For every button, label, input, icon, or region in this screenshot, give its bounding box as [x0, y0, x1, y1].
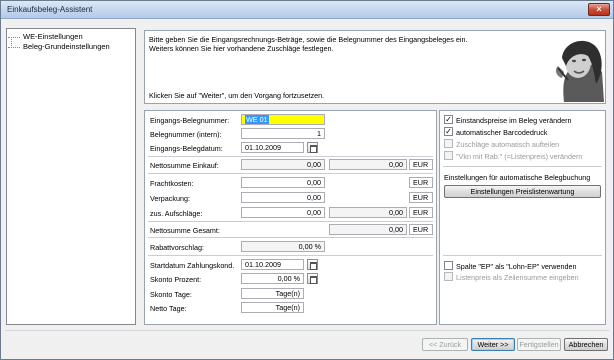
preislistenwartung-button[interactable]: Einstellungen Preislistenwartung — [444, 185, 601, 198]
divider — [443, 166, 602, 167]
title-bar: Einkaufsbeleg-Assistent × — [1, 1, 613, 19]
finish-button[interactable]: Fertigstellen — [517, 338, 561, 351]
currency-unit: EUR — [409, 159, 433, 170]
rabattvorschlag-label: Rabattvorschlag: — [150, 243, 204, 252]
info-text-line: Weiters können Sie hier vorhandene Zusch… — [149, 44, 334, 53]
verpackung-label: Verpackung: — [150, 194, 190, 203]
info-panel: Bitte geben Sie die Eingangsrechnungs-Be… — [144, 30, 606, 104]
startdatum-zahlungskond-input[interactable]: 01.10.2009 — [241, 259, 304, 270]
nettosumme-gesamt-value: 0,00 — [329, 224, 407, 235]
skonto-prozent-label: Skonto Prozent: — [150, 275, 202, 284]
zuschlaege-checkbox[interactable] — [444, 139, 453, 148]
currency-unit: EUR — [409, 177, 433, 188]
close-button[interactable]: × — [588, 3, 610, 16]
nettosumme-einkauf-value-2: 0,00 — [329, 159, 407, 170]
divider — [148, 156, 433, 157]
window-title: Einkaufsbeleg-Assistent — [7, 5, 93, 14]
divider — [148, 237, 433, 238]
skonto-tage-input[interactable]: Tage(n) — [241, 288, 304, 299]
einstandspreise-checkbox[interactable]: ✓ — [444, 115, 453, 124]
zuschlaege-label: Zuschläge automatisch aufteilen — [456, 140, 560, 149]
barcodedruck-checkbox[interactable]: ✓ — [444, 127, 453, 136]
belegnummer-intern-input[interactable]: 1 — [241, 128, 325, 139]
divider — [148, 255, 433, 256]
vkn-rab-checkbox[interactable] — [444, 151, 453, 160]
verpackung-input[interactable]: 0,00 — [241, 192, 325, 203]
assistant-photo — [534, 32, 604, 102]
zus-aufschlaege-value-2: 0,00 — [329, 207, 407, 218]
belegnummer-intern-label: Belegnummer (intern): — [150, 130, 222, 139]
next-button[interactable]: Weiter >> — [471, 338, 515, 351]
wizard-window: Einkaufsbeleg-Assistent × WE-Einstellung… — [0, 0, 614, 360]
belegbuchung-heading: Einstellungen für automatische Belegbuch… — [444, 173, 591, 182]
eingangs-belegnummer-value: WE 01 — [245, 115, 269, 124]
back-button[interactable]: << Zurück — [422, 338, 468, 351]
belegdaten-form: Eingangs-Belegnummer: WE 01 Belegnummer … — [144, 110, 437, 325]
tree-connector — [8, 37, 20, 38]
calendar-icon[interactable] — [307, 142, 318, 153]
navigation-tree: WE-Einstellungen Beleg-Grundeinstellunge… — [6, 28, 136, 325]
info-text-line: Klicken Sie auf "Weiter", um den Vorgang… — [149, 91, 325, 100]
divider — [148, 221, 433, 222]
eingangs-belegdatum-label: Eingangs-Belegdatum: — [150, 144, 223, 153]
nettosumme-gesamt-label: Nettosumme Gesamt: — [150, 226, 220, 235]
footer-divider — [5, 330, 609, 331]
divider — [443, 255, 602, 256]
zus-aufschlaege-label: zus. Aufschläge: — [150, 209, 203, 218]
spalte-ep-label: Spalte "EP" als "Lohn-EP" verwenden — [456, 262, 577, 271]
eingangs-belegdatum-input[interactable]: 01.10.2009 — [241, 142, 304, 153]
currency-unit: EUR — [409, 192, 433, 203]
eingangs-belegnummer-input[interactable]: WE 01 — [241, 114, 325, 125]
listenpreis-label: Listenpreis als Zeilensumme eingeben — [456, 273, 579, 282]
currency-unit: EUR — [409, 207, 433, 218]
tree-item-we-einstellungen[interactable]: WE-Einstellungen — [23, 32, 83, 42]
listenpreis-checkbox[interactable] — [444, 272, 453, 281]
tree-connector — [8, 47, 20, 48]
options-panel: ✓ Einstandspreise im Beleg verändern ✓ a… — [439, 110, 606, 325]
nettosumme-einkauf-value: 0,00 — [241, 159, 325, 170]
nettosumme-einkauf-label: Nettosumme Einkauf: — [150, 161, 219, 170]
tree-item-beleg-grundeinstellungen[interactable]: Beleg-Grundeinstellungen — [23, 42, 110, 52]
info-text-line: Bitte geben Sie die Eingangsrechnungs-Be… — [149, 35, 468, 44]
frachtkosten-input[interactable]: 0,00 — [241, 177, 325, 188]
frachtkosten-label: Frachtkosten: — [150, 179, 194, 188]
netto-tage-input[interactable]: Tage(n) — [241, 302, 304, 313]
divider — [148, 173, 433, 174]
spalte-ep-checkbox[interactable] — [444, 261, 453, 270]
netto-tage-label: Netto Tage: — [150, 304, 187, 313]
skonto-prozent-input[interactable]: 0,00 % — [241, 273, 304, 284]
rabattvorschlag-value: 0,00 % — [241, 241, 325, 252]
einstandspreise-label: Einstandspreise im Beleg verändern — [456, 116, 572, 125]
skonto-tage-label: Skonto Tage: — [150, 290, 192, 299]
startdatum-zahlungskond-label: Startdatum Zahlungskond. — [150, 261, 235, 270]
barcodedruck-label: automatischer Barcodedruck — [456, 128, 548, 137]
vkn-rab-label: "Vkn mit Rab." (=Listenpreis) verändern — [456, 152, 583, 161]
calendar-icon[interactable] — [307, 259, 318, 270]
eingangs-belegnummer-label: Eingangs-Belegnummer: — [150, 116, 230, 125]
percent-calculator-icon[interactable] — [307, 273, 318, 284]
currency-unit: EUR — [409, 224, 433, 235]
zus-aufschlaege-input[interactable]: 0,00 — [241, 207, 325, 218]
cancel-button[interactable]: Abbrechen — [564, 338, 608, 351]
